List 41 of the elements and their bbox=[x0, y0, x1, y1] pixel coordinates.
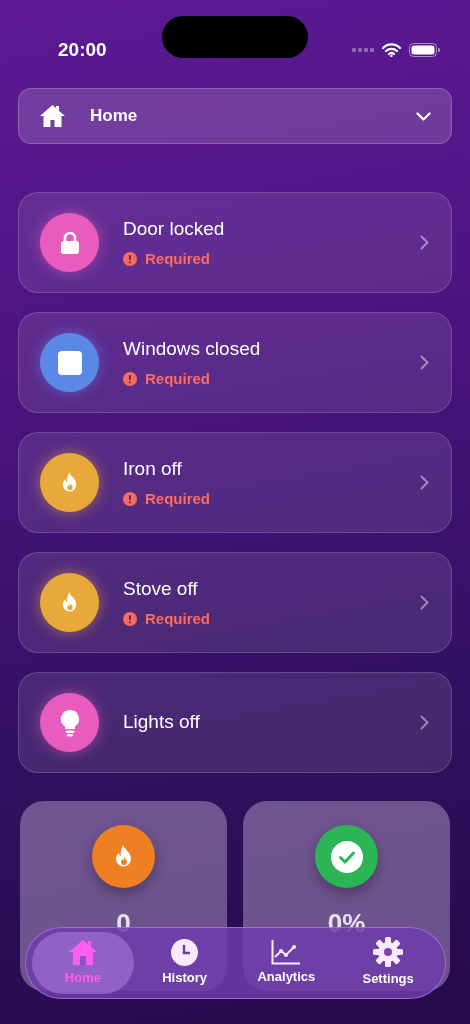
alert-icon bbox=[123, 371, 137, 386]
light-bulb-icon bbox=[59, 708, 80, 737]
checklist-title: Lights off bbox=[123, 710, 201, 735]
padlock-icon bbox=[59, 230, 80, 255]
status-time: 20:00 bbox=[58, 37, 107, 62]
status-text: Required bbox=[145, 248, 210, 269]
status-text: Required bbox=[145, 368, 210, 389]
alert-icon bbox=[123, 491, 137, 506]
status-text: Required bbox=[145, 608, 210, 629]
chevron-right-icon bbox=[420, 475, 429, 490]
checklist-row[interactable]: Door locked Required bbox=[18, 192, 452, 293]
alert-icon bbox=[123, 611, 137, 626]
home-picker[interactable]: Home bbox=[18, 88, 452, 144]
alert-icon bbox=[123, 251, 137, 266]
checklist-title: Door locked bbox=[123, 217, 226, 241]
wifi-icon bbox=[382, 43, 401, 57]
checklist-title: Windows closed bbox=[123, 337, 262, 361]
clock-icon bbox=[171, 938, 199, 966]
check-circle-icon bbox=[330, 840, 363, 873]
chevron-right-icon bbox=[420, 235, 429, 250]
checklist-row[interactable]: Iron off Required bbox=[18, 432, 452, 533]
chevron-right-icon bbox=[420, 355, 429, 370]
checklist-row[interactable]: Windows closed Required bbox=[18, 312, 452, 413]
checklist-row[interactable]: Lights off bbox=[18, 672, 452, 773]
gear-icon bbox=[373, 937, 404, 968]
checklist-title: Iron off bbox=[123, 457, 183, 481]
line-chart-icon bbox=[271, 939, 302, 966]
checklist-row[interactable]: Stove off Required bbox=[18, 552, 452, 653]
chevron-down-icon bbox=[416, 111, 431, 121]
house-icon bbox=[39, 104, 66, 128]
flame-icon bbox=[60, 471, 79, 494]
flame-icon bbox=[113, 844, 134, 869]
checklist-title: Stove off bbox=[123, 577, 199, 601]
signal-icon bbox=[352, 47, 374, 53]
chevron-right-icon bbox=[420, 595, 429, 610]
square-icon bbox=[57, 350, 82, 375]
status-text: Required bbox=[145, 488, 210, 509]
tab[interactable]: History bbox=[133, 932, 236, 994]
chevron-right-icon bbox=[420, 715, 429, 730]
battery-icon bbox=[409, 43, 440, 57]
flame-icon bbox=[60, 591, 79, 614]
